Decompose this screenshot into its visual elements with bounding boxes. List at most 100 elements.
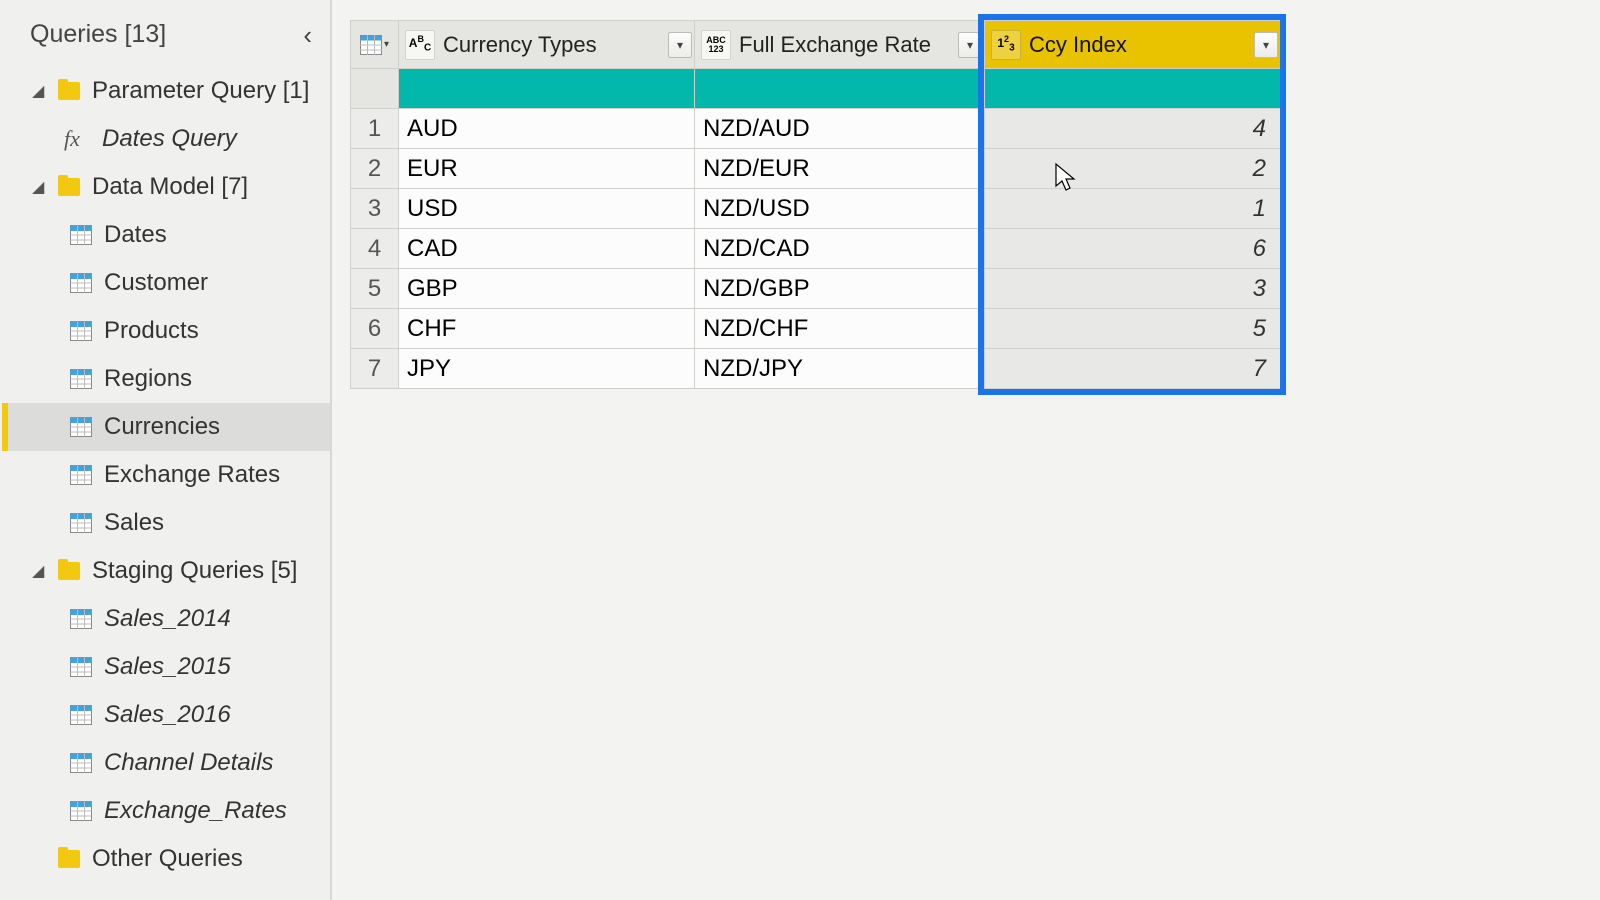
query-item[interactable]: Regions xyxy=(2,355,330,403)
expand-arrow-icon: ◢ xyxy=(32,81,46,101)
data-cell[interactable]: NZD/EUR xyxy=(695,149,985,189)
query-item[interactable]: Dates xyxy=(2,211,330,259)
data-cell[interactable]: NZD/GBP xyxy=(695,269,985,309)
row-number[interactable]: 7 xyxy=(351,349,399,389)
table-icon xyxy=(70,321,92,341)
table-corner-button[interactable]: ▾ xyxy=(351,21,399,69)
query-label: Channel Details xyxy=(104,749,273,777)
query-item[interactable]: Sales_2016 xyxy=(2,691,330,739)
query-label: Dates xyxy=(104,221,167,249)
collapse-sidebar-button[interactable]: ‹ xyxy=(303,22,312,48)
folder-icon xyxy=(58,850,80,868)
query-item[interactable]: Customer xyxy=(2,259,330,307)
expand-arrow-icon: ◢ xyxy=(32,177,46,197)
data-cell[interactable]: NZD/JPY xyxy=(695,349,985,389)
data-cell[interactable]: NZD/CHF xyxy=(695,309,985,349)
row-number[interactable]: 4 xyxy=(351,229,399,269)
query-label: Sales_2014 xyxy=(104,605,231,633)
table-icon xyxy=(70,609,92,629)
data-cell[interactable]: NZD/USD xyxy=(695,189,985,229)
query-item[interactable]: Sales xyxy=(2,499,330,547)
query-item[interactable]: Exchange Rates xyxy=(2,451,330,499)
query-label: Sales_2016 xyxy=(104,701,231,729)
query-item[interactable]: fx Dates Query xyxy=(2,115,330,163)
table-icon xyxy=(70,513,92,533)
query-label: Exchange_Rates xyxy=(104,797,287,825)
query-label: Customer xyxy=(104,269,208,297)
data-cell[interactable]: JPY xyxy=(399,349,695,389)
column-label: Full Exchange Rate xyxy=(739,32,950,58)
query-item[interactable]: Channel Details xyxy=(2,739,330,787)
query-group[interactable]: ◢Other Queries xyxy=(2,835,330,883)
datatype-icon[interactable]: 123 xyxy=(991,30,1021,60)
query-item[interactable]: Sales_2015 xyxy=(2,643,330,691)
table-icon xyxy=(70,657,92,677)
column-header[interactable]: ABC123 Full Exchange Rate ▾ xyxy=(695,21,985,69)
data-cell[interactable]: 7 xyxy=(985,349,1281,389)
data-cell[interactable]: 6 xyxy=(985,229,1281,269)
group-label: Other Queries xyxy=(92,845,243,873)
data-cell[interactable]: USD xyxy=(399,189,695,229)
column-filter-button[interactable]: ▾ xyxy=(1254,32,1278,58)
datatype-icon[interactable]: ABC xyxy=(405,30,435,60)
row-number[interactable]: 2 xyxy=(351,149,399,189)
data-cell[interactable]: NZD/CAD xyxy=(695,229,985,269)
column-header[interactable]: 123 Ccy Index ▾ xyxy=(985,21,1281,69)
column-label: Ccy Index xyxy=(1029,32,1246,58)
quality-bar-corner xyxy=(351,69,399,109)
column-header[interactable]: ABCCurrency Types▾ xyxy=(399,21,695,69)
data-cell[interactable]: CAD xyxy=(399,229,695,269)
query-label: Sales xyxy=(104,509,164,537)
column-quality-bar xyxy=(695,69,985,109)
app-root: Queries [13] ‹ ◢Parameter Query [1]fxDat… xyxy=(0,0,1600,900)
data-cell[interactable]: 3 xyxy=(985,269,1281,309)
table-icon xyxy=(70,465,92,485)
data-cell[interactable]: 4 xyxy=(985,109,1281,149)
datatype-icon[interactable]: ABC123 xyxy=(701,30,731,60)
data-cell[interactable]: 2 xyxy=(985,149,1281,189)
data-grid: ▾ABCCurrency Types▾ABC123Full Exchange R… xyxy=(350,20,1281,389)
group-label: Parameter Query [1] xyxy=(92,77,309,105)
query-label: Sales_2015 xyxy=(104,653,231,681)
query-item[interactable]: Exchange_Rates xyxy=(2,787,330,835)
query-item[interactable]: Currencies xyxy=(2,403,330,451)
query-label: Currencies xyxy=(104,413,220,441)
queries-sidebar: Queries [13] ‹ ◢Parameter Query [1]fxDat… xyxy=(0,0,332,900)
sidebar-header: Queries [13] ‹ xyxy=(0,12,330,67)
table-icon xyxy=(70,273,92,293)
column-filter-button[interactable]: ▾ xyxy=(668,32,692,58)
query-label: Exchange Rates xyxy=(104,461,280,489)
query-item[interactable]: Sales_2014 xyxy=(2,595,330,643)
data-cell[interactable]: 5 xyxy=(985,309,1281,349)
table-icon xyxy=(70,705,92,725)
row-number[interactable]: 5 xyxy=(351,269,399,309)
query-group[interactable]: ◢Staging Queries [5] xyxy=(2,547,330,595)
function-icon: fx xyxy=(64,126,90,152)
data-cell[interactable]: 1 xyxy=(985,189,1281,229)
query-item[interactable]: Products xyxy=(2,307,330,355)
query-label: Regions xyxy=(104,365,192,393)
sidebar-title: Queries [13] xyxy=(30,20,166,49)
query-label: Dates Query xyxy=(102,125,237,153)
table-icon xyxy=(70,369,92,389)
group-label: Data Model [7] xyxy=(92,173,248,201)
queries-tree: ◢ Parameter Query [1]fx Dates Query ◢ Data M… xyxy=(0,67,330,883)
data-cell[interactable]: AUD xyxy=(399,109,695,149)
query-group[interactable]: ◢ Data Model [7] xyxy=(2,163,330,211)
data-cell[interactable]: NZD/AUD xyxy=(695,109,985,149)
column-quality-bar xyxy=(399,69,695,109)
row-number[interactable]: 1 xyxy=(351,109,399,149)
data-cell[interactable]: GBP xyxy=(399,269,695,309)
query-group[interactable]: ◢ Parameter Query [1] xyxy=(2,67,330,115)
table-icon xyxy=(70,753,92,773)
table-icon xyxy=(70,225,92,245)
folder-icon xyxy=(58,178,80,196)
column-filter-button[interactable]: ▾ xyxy=(958,32,982,58)
group-label: Staging Queries [5] xyxy=(92,557,297,585)
row-number[interactable]: 6 xyxy=(351,309,399,349)
row-number[interactable]: 3 xyxy=(351,189,399,229)
data-cell[interactable]: CHF xyxy=(399,309,695,349)
folder-icon xyxy=(58,562,80,580)
data-cell[interactable]: EUR xyxy=(399,149,695,189)
table-icon xyxy=(70,801,92,821)
